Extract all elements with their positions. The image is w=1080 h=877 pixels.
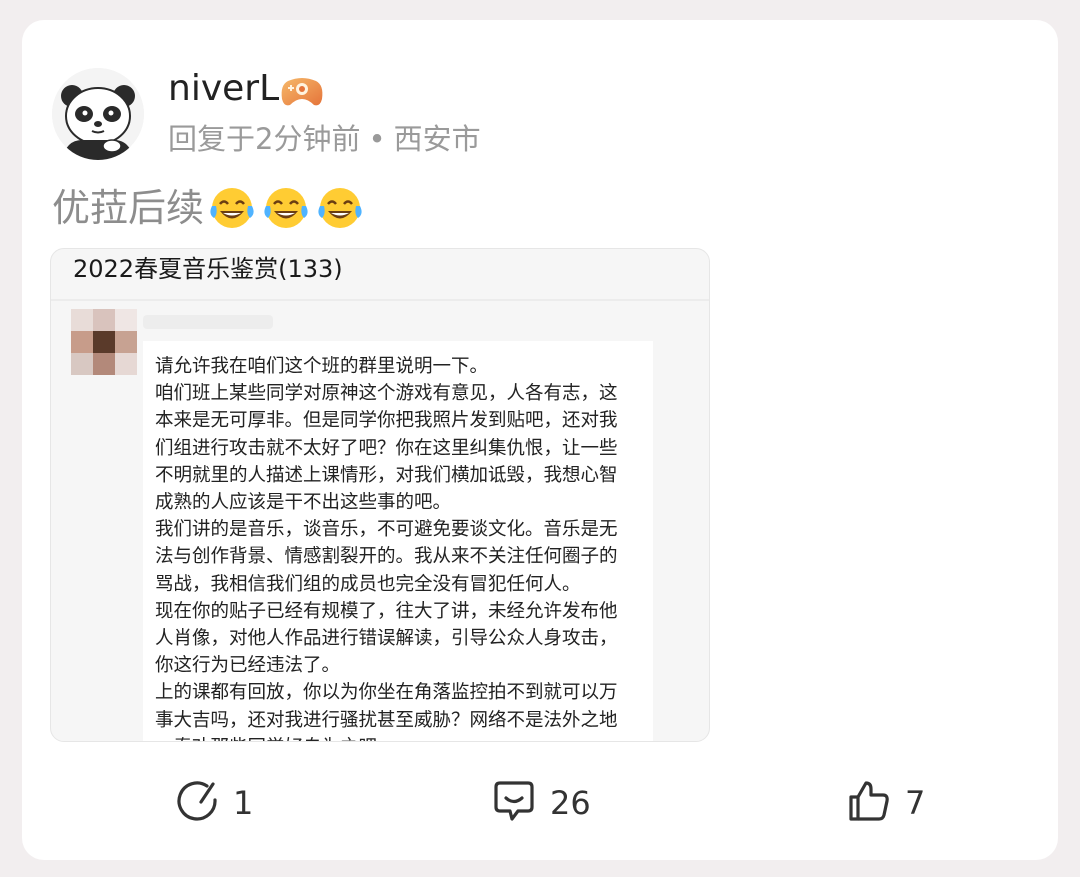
message-line: 现在你的贴子已经有规模了，往大了讲，未经允许发布他 xyxy=(155,600,618,622)
blurred-sender-avatar xyxy=(71,309,137,375)
action-bar: 1 26 7 xyxy=(22,775,1058,831)
message-line: 们组进行攻击就不太好了吧？你在这里纠集仇恨，让一些 xyxy=(155,437,618,459)
message-line: 不明就里的人描述上课情形，对我们横加诋毁，我想心智 xyxy=(155,464,618,486)
message-line: 上的课都有回放，你以为你坐在角落监控拍不到就可以万 xyxy=(155,682,618,704)
comment-icon xyxy=(492,779,536,827)
message-line: 事大吉吗，还对我进行骚扰甚至威胁？网络不是法外之地 xyxy=(155,709,618,731)
chat-message-bubble: 请允许我在咱们这个班的群里说明一下。 咱们班上某些同学对原神这个游戏有意见，人各… xyxy=(143,341,653,741)
message-line: 法与创作背景、情感割裂开的。我从来不关注任何圈子的 xyxy=(155,546,618,568)
message-line: 成熟的人应该是干不出这些事的吧。 xyxy=(155,492,452,514)
meta-separator: • xyxy=(368,122,386,156)
game-controller-badge-icon xyxy=(280,75,324,109)
like-count: 7 xyxy=(905,784,926,822)
share-icon xyxy=(177,780,219,826)
message-line: 咱们班上某些同学对原神这个游戏有意见，人各有志，这 xyxy=(155,383,618,405)
user-avatar[interactable] xyxy=(52,68,144,160)
message-line: 你这行为已经违法了。 xyxy=(155,655,341,677)
post-content: 优菈后续 xyxy=(52,183,366,233)
message-line: 请允许我在咱们这个班的群里说明一下。 xyxy=(155,356,489,377)
post-card: niverL 回复于2分钟前 • 西安市 优菈后续 2022春夏音乐鉴赏(133… xyxy=(22,20,1058,860)
reply-time: 回复于2分钟前 xyxy=(168,122,361,156)
message-line: 人肖像，对他人作品进行错误解读，引导公众人身攻击， xyxy=(155,628,618,650)
chat-header-divider xyxy=(51,299,709,301)
comment-count: 26 xyxy=(550,784,591,822)
attached-image[interactable]: 2022春夏音乐鉴赏(133) 请允许我在咱们这个班的群里说明一下。 咱们班上某… xyxy=(50,248,710,742)
blurred-sender-name xyxy=(143,315,273,329)
message-line: 骂战，我相信我们组的成员也完全没有冒犯任何人。 xyxy=(155,573,581,595)
group-chat-title: 2022春夏音乐鉴赏(133) xyxy=(73,255,343,283)
post-text: 优菈后续 xyxy=(52,186,205,230)
comment-button[interactable]: 26 xyxy=(492,775,591,831)
message-text: 请允许我在咱们这个班的群里说明一下。 咱们班上某些同学对原神这个游戏有意见，人各… xyxy=(155,353,618,741)
tears-of-joy-emoji-icon xyxy=(264,188,308,228)
share-button[interactable]: 1 xyxy=(177,775,253,831)
share-count: 1 xyxy=(233,784,254,822)
thumbs-up-icon xyxy=(847,779,891,827)
message-line: 我们讲的是音乐，谈音乐，不可避免要谈文化。音乐是无 xyxy=(155,519,618,541)
message-line: 本来是无可厚非。但是同学你把我照片发到贴吧，还对我 xyxy=(155,410,618,432)
tears-of-joy-emoji-icon xyxy=(210,188,254,228)
tears-of-joy-emoji-icon xyxy=(318,188,362,228)
panda-avatar-icon xyxy=(52,68,144,160)
location: 西安市 xyxy=(393,122,481,156)
like-button[interactable]: 7 xyxy=(847,775,925,831)
message-line: ，奉劝那些同学好自为之吧 xyxy=(155,734,618,741)
post-meta: 回复于2分钟前 • 西安市 xyxy=(168,119,481,159)
username[interactable]: niverL xyxy=(168,67,279,111)
